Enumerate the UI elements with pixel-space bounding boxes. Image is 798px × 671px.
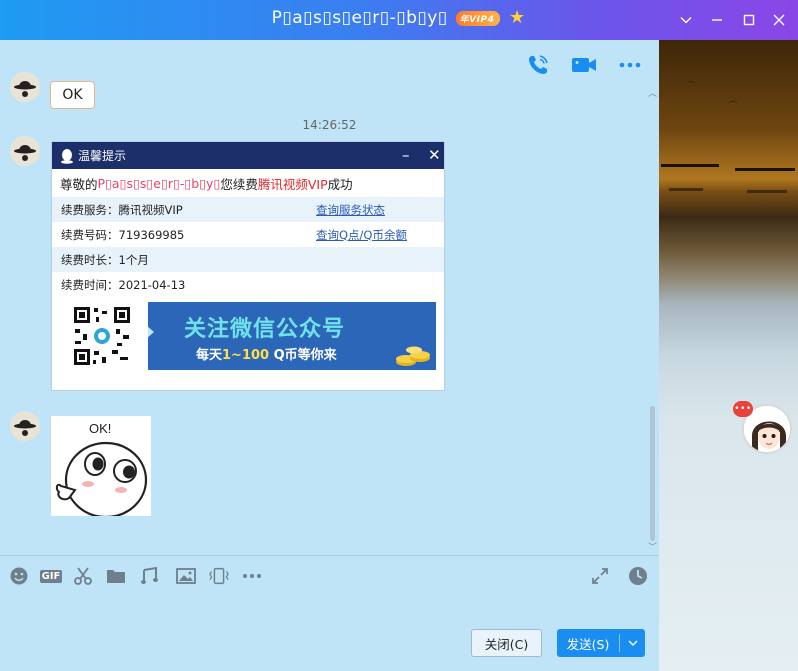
avatar[interactable] [10, 72, 40, 102]
row-value: 719369985 [118, 227, 185, 242]
chevron-down-icon [628, 640, 637, 646]
card-row-number: 续费号码： 719369985 查询Q点/Q币余额 [52, 222, 444, 247]
image-icon [176, 568, 196, 584]
ok-message-bubble[interactable]: OK [50, 81, 95, 109]
card-rows: 续费服务： 腾讯视频VIP 查询服务状态 续费号码： 719369985 查询Q… [52, 197, 444, 297]
message-input[interactable] [0, 596, 659, 626]
card-minimize-button[interactable]: – [402, 146, 410, 164]
chevron-down-icon [680, 17, 692, 24]
more-dots-icon [243, 574, 261, 578]
intro-product: 腾讯视频VIP [257, 176, 328, 192]
expand-icon [592, 568, 608, 584]
banner-subtitle: 每天1~100 Q币等你来 [196, 348, 337, 363]
qq-penguin-icon [61, 148, 73, 164]
star-icon[interactable]: ★ [508, 9, 526, 27]
qr-code [72, 305, 132, 367]
screenshot-button[interactable] [72, 565, 94, 587]
emoji-icon [10, 567, 28, 585]
gif-icon: GIF [39, 569, 63, 583]
send-image-button[interactable] [175, 565, 197, 587]
shake-button[interactable] [208, 565, 230, 587]
more-dots-icon [619, 62, 641, 68]
minimize-icon [712, 19, 722, 21]
check-service-status-link[interactable]: 查询服务状态 [316, 202, 385, 218]
more-options-button[interactable] [617, 52, 643, 78]
close-window-button[interactable] [767, 8, 791, 32]
scroll-down-button[interactable]: ﹀ [648, 540, 657, 553]
send-file-button[interactable] [105, 565, 127, 587]
maximize-icon [743, 14, 755, 26]
card-close-button[interactable]: ✕ [428, 146, 441, 164]
card-header: 温馨提示 – ✕ [52, 142, 444, 169]
qr-code-icon [72, 305, 132, 367]
gif-button[interactable]: GIF [39, 565, 63, 587]
chat-history[interactable]: OK 14:26:52 温馨提示 – ✕ 尊敬的 P▯a▯s▯s▯e▯r▯-▯b… [0, 40, 659, 555]
intro-suffix: 成功 [327, 176, 353, 192]
music-button[interactable] [139, 565, 161, 587]
chat-bubble-icon[interactable]: ••• [733, 401, 753, 417]
bowler-hat-avatar-icon [10, 411, 40, 441]
clock-icon [629, 567, 647, 585]
title-bar: P▯a▯s▯s▯e▯r▯-▯b▯y▯ 年VIP4 ★ [0, 0, 798, 40]
sticker-text: OK! [89, 421, 111, 436]
row-label: 续费号码： [61, 227, 119, 242]
phone-icon [529, 55, 548, 74]
music-note-icon [141, 566, 158, 584]
scroll-up-button[interactable]: ︿ [648, 86, 657, 99]
scrollbar-thumb[interactable] [650, 406, 655, 541]
close-chat-button[interactable]: 关闭(C) [471, 629, 542, 657]
check-balance-link[interactable]: 查询Q点/Q币余额 [316, 227, 407, 243]
vibrate-phone-icon [209, 567, 229, 585]
message-history-button[interactable] [627, 565, 649, 587]
renewal-notice-card: 温馨提示 – ✕ 尊敬的 P▯a▯s▯s▯e▯r▯-▯b▯y▯ 您续费 腾讯视频… [51, 141, 445, 391]
minimize-button[interactable] [705, 8, 729, 32]
banner-title: 关注微信公众号 [184, 317, 346, 342]
vip-badge: 年VIP4 [455, 10, 501, 26]
avatar[interactable] [10, 411, 40, 441]
expand-input-button[interactable] [589, 565, 611, 587]
voice-call-button[interactable] [525, 52, 551, 78]
intro-mid: 您续费 [220, 176, 258, 192]
window-title: P▯a▯s▯s▯e▯r▯-▯b▯y▯ [271, 8, 448, 28]
send-button-group: 发送(S) [557, 629, 645, 657]
card-row-time: 续费时间： 2021-04-13 [52, 272, 444, 297]
call-actions [525, 52, 643, 78]
ok-message-text: OK [62, 87, 83, 103]
wechat-promo-banner[interactable]: 关注微信公众号 每天1~100 Q币等你来 [72, 302, 436, 370]
promo-banner-image: 关注微信公众号 每天1~100 Q币等你来 [148, 302, 436, 370]
row-value: 2021-04-13 [118, 277, 186, 292]
avatar[interactable] [10, 136, 40, 166]
card-row-duration: 续费时长： 1个月 [52, 247, 444, 272]
close-icon [773, 14, 785, 26]
send-options-button[interactable] [620, 639, 645, 647]
card-header-title: 温馨提示 [78, 149, 127, 163]
send-button[interactable]: 发送(S) [557, 634, 619, 653]
ok-sticker[interactable]: OK! [51, 416, 151, 516]
card-row-service: 续费服务： 腾讯视频VIP 查询服务状态 [52, 197, 444, 222]
row-label: 续费服务： [61, 202, 119, 217]
message-timestamp: 14:26:52 [302, 118, 357, 132]
intro-name: P▯a▯s▯s▯e▯r▯-▯b▯y▯ [97, 175, 221, 191]
more-tools-button[interactable] [241, 565, 263, 587]
emoji-button[interactable] [8, 565, 30, 587]
scissors-icon [74, 567, 92, 585]
row-label: 续费时间： [61, 277, 119, 292]
row-value: 腾讯视频VIP [118, 202, 183, 217]
intro-prefix: 尊敬的 [60, 176, 98, 192]
row-label: 续费时长： [61, 252, 119, 267]
dropdown-button[interactable] [674, 8, 698, 32]
side-panel-background: ⌒ ⌒ [659, 40, 798, 671]
maximize-button[interactable] [737, 8, 761, 32]
folder-icon [107, 570, 125, 583]
card-intro: 尊敬的 P▯a▯s▯s▯e▯r▯-▯b▯y▯ 您续费 腾讯视频VIP 成功 [52, 169, 444, 197]
row-value: 1个月 [118, 252, 149, 267]
bowler-hat-avatar-icon [10, 72, 40, 102]
gold-coins-icon [396, 346, 430, 366]
bowler-hat-avatar-icon [10, 136, 40, 166]
video-call-button[interactable] [571, 52, 597, 78]
video-camera-icon [572, 58, 596, 72]
input-toolbar: GIF [0, 555, 659, 595]
ok-sticker-image: OK! [51, 416, 151, 516]
